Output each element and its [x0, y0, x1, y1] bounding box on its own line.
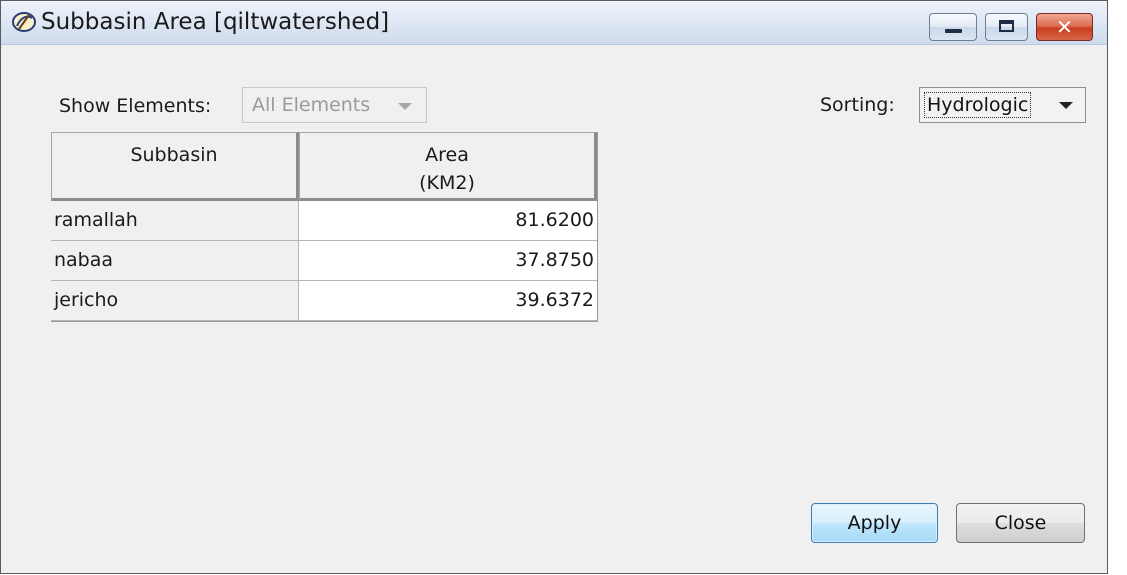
subbasin-area-window: Subbasin Area [qiltwatershed] ✕ Show Ele… — [0, 0, 1108, 574]
sorting-dropdown[interactable]: Hydrologic — [919, 87, 1086, 123]
subbasin-area-table: Subbasin Area (KM2) ramallah 81.6200 nab… — [51, 132, 598, 322]
column-header-label: Area — [425, 144, 469, 166]
close-window-button[interactable]: ✕ — [1036, 13, 1093, 41]
area-value-cell[interactable]: 81.6200 — [299, 201, 597, 241]
sorting-label: Sorting: — [820, 94, 895, 116]
table-row[interactable]: jericho 39.6372 — [51, 281, 597, 321]
sorting-value: Hydrologic — [924, 92, 1032, 118]
subbasin-name-cell: ramallah — [51, 201, 299, 241]
subbasin-name-cell: jericho — [51, 281, 299, 321]
close-button[interactable]: Close — [956, 503, 1085, 543]
title-bar[interactable]: Subbasin Area [qiltwatershed] ✕ — [1, 1, 1107, 45]
chevron-down-icon — [398, 103, 412, 110]
column-header-subbasin[interactable]: Subbasin — [51, 132, 299, 201]
close-icon: ✕ — [1056, 15, 1073, 39]
maximize-icon — [999, 20, 1014, 32]
column-header-label: Subbasin — [130, 144, 218, 166]
chevron-down-icon — [1059, 102, 1073, 109]
maximize-button[interactable] — [985, 13, 1028, 41]
show-elements-dropdown: All Elements — [242, 87, 427, 123]
window-title: Subbasin Area [qiltwatershed] — [41, 9, 390, 35]
subbasin-name-cell: nabaa — [51, 241, 299, 281]
minimize-icon — [945, 29, 962, 33]
show-elements-label: Show Elements: — [59, 95, 212, 117]
apply-button[interactable]: Apply — [811, 503, 938, 543]
column-header-unit: (KM2) — [419, 172, 475, 194]
table-row[interactable]: nabaa 37.8750 — [51, 241, 597, 281]
show-elements-value: All Elements — [252, 94, 371, 116]
hec-hms-app-icon — [12, 12, 36, 32]
table-header: Subbasin Area (KM2) — [51, 132, 597, 201]
area-value-cell[interactable]: 37.8750 — [299, 241, 597, 281]
table-row[interactable]: ramallah 81.6200 — [51, 201, 597, 241]
minimize-button[interactable] — [929, 13, 977, 41]
column-header-area[interactable]: Area (KM2) — [299, 132, 597, 201]
area-value-cell[interactable]: 39.6372 — [299, 281, 597, 321]
